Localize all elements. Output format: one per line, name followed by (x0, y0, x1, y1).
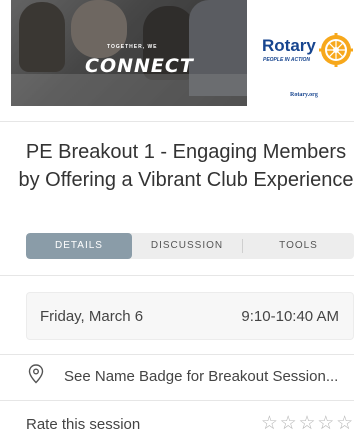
tab-bar: DETAILS DISCUSSION TOOLS (26, 233, 354, 259)
session-title: PE Breakout 1 - Engaging Members by Offe… (18, 141, 354, 191)
star-5-icon[interactable]: ☆ (335, 413, 354, 435)
session-time: 9:10-10:40 AM (241, 308, 339, 325)
divider (0, 354, 354, 355)
session-location[interactable]: See Name Badge for Breakout Session... (64, 368, 338, 385)
event-banner: TOGETHER, WE CONNECT Rotary PEOPLE IN AC… (0, 0, 354, 120)
star-1-icon[interactable]: ☆ (260, 413, 279, 435)
map-pin-icon (28, 364, 44, 384)
session-date: Friday, March 6 (40, 308, 144, 325)
tab-tools[interactable]: TOOLS (243, 233, 354, 259)
rotary-logo-subtitle: PEOPLE IN ACTION (263, 57, 311, 63)
tab-details[interactable]: DETAILS (26, 233, 132, 259)
rotary-wheel-icon (319, 33, 353, 67)
rotary-url: Rotary.org (290, 92, 318, 98)
banner-tagline: TOGETHER, WE (107, 44, 158, 50)
banner-headline: CONNECT (85, 55, 194, 77)
divider (0, 275, 354, 276)
rate-session-label: Rate this session (26, 416, 141, 433)
divider (0, 121, 354, 122)
divider (0, 400, 354, 401)
rotary-logo-text: Rotary (262, 36, 316, 55)
banner-photo: TOGETHER, WE CONNECT (11, 0, 247, 106)
star-rating[interactable]: ☆☆☆☆☆ (260, 413, 354, 435)
star-4-icon[interactable]: ☆ (316, 413, 335, 435)
tab-discussion[interactable]: DISCUSSION (132, 233, 242, 259)
star-2-icon[interactable]: ☆ (279, 413, 298, 435)
schedule-card: Friday, March 6 9:10-10:40 AM (26, 292, 354, 340)
star-3-icon[interactable]: ☆ (298, 413, 317, 435)
